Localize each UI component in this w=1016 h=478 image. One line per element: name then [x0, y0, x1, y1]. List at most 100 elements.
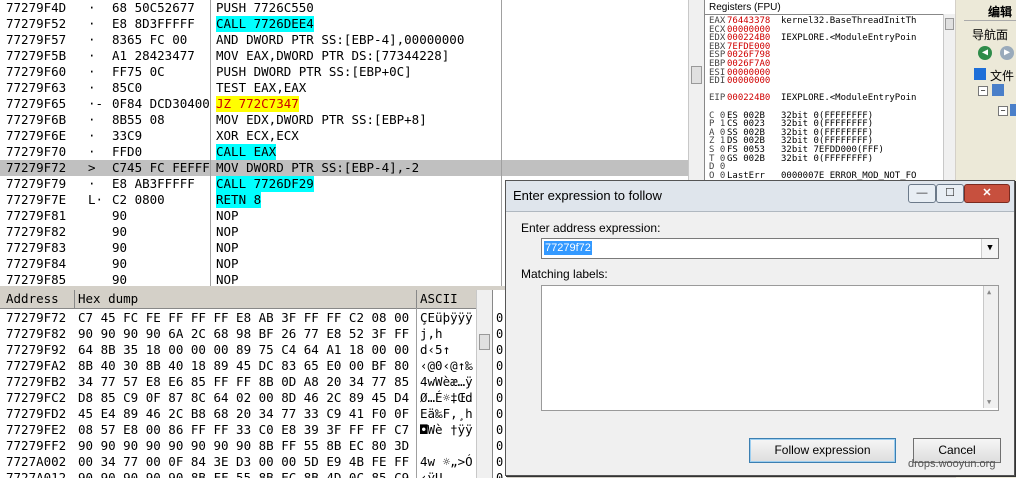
- disasm-marker: ·: [88, 48, 96, 63]
- menu-edit[interactable]: 编辑: [988, 3, 1012, 20]
- disasm-hex: 33C9: [112, 128, 143, 143]
- stack-cell: 0: [496, 343, 504, 357]
- disasm-hex: E8 AB3FFFFF: [112, 176, 195, 191]
- tree-expander-icon[interactable]: −: [978, 86, 988, 96]
- disasm-hex: 8B55 08: [112, 112, 165, 127]
- hex-address: 77279FE2: [6, 422, 67, 437]
- register-comment: IEXPLORE.<ModuleEntryPoin: [781, 33, 917, 44]
- disasm-instruction: CALL EAX: [216, 144, 277, 160]
- disasm-hex: FFD0: [112, 144, 143, 159]
- disasm-row[interactable]: 77279F57 · 8365 FC 00 AND DWORD PTR SS:[EBP…: [0, 32, 690, 48]
- address-expression-combobox[interactable]: 77279f72 ▼: [541, 238, 999, 259]
- disasm-instruction: JZ 772C7347: [216, 96, 299, 112]
- disasm-row[interactable]: 77279F6B · 8B55 08 MOV EDX,DWORD PTR SS:[EB…: [0, 112, 690, 128]
- hex-ascii: ‹@0‹@↑‰: [420, 358, 473, 373]
- header-ascii[interactable]: ASCII: [420, 292, 458, 306]
- stack-cell: 0: [496, 311, 504, 325]
- scrollbar-thumb[interactable]: [479, 334, 490, 350]
- header-divider: [74, 290, 75, 308]
- disasm-instruction: NOP: [216, 224, 239, 239]
- disasm-marker: ·: [88, 176, 96, 191]
- header-hex-dump[interactable]: Hex dump: [78, 292, 138, 306]
- hex-scrollbar[interactable]: [476, 290, 492, 478]
- hex-address: 77279F82: [6, 326, 67, 341]
- hex-address: 7727A002: [6, 454, 67, 469]
- hex-ascii: ◘Wè †ÿÿ: [420, 422, 473, 437]
- disasm-row[interactable]: 77279F60 · FF75 0C PUSH DWORD PTR SS:[EBP+0…: [0, 64, 690, 80]
- disasm-row[interactable]: 77279F72 > C745 FC FEFFFFFF MOV DWORD PTR S…: [0, 160, 690, 176]
- address-expression-value[interactable]: 77279f72: [544, 241, 592, 255]
- disasm-hex: 90: [112, 240, 128, 255]
- stack-cell: 0: [496, 455, 504, 469]
- hex-ascii: ÇEüþÿÿÿ: [420, 310, 473, 325]
- disasm-address: 77279F84: [6, 256, 67, 271]
- hex-ascii: d‹5↑: [420, 342, 451, 357]
- address-expression-label: Enter address expression:: [521, 221, 661, 235]
- hex-ascii: 4wWèæ…ÿ: [420, 374, 473, 389]
- stack-cell: 0: [496, 359, 504, 373]
- dialog-titlebar[interactable]: Enter expression to follow — ☐ ✕: [506, 181, 1014, 212]
- disasm-hex: 85C0: [112, 80, 143, 95]
- disasm-instruction: PUSH 7726C550: [216, 0, 314, 15]
- disasm-instruction: NOP: [216, 256, 239, 271]
- disasm-hex: 0F84 DCD30400: [112, 96, 210, 111]
- hex-address: 77279F92: [6, 342, 67, 357]
- disasm-row[interactable]: 77279F6E · 33C9 XOR ECX,ECX: [0, 128, 690, 144]
- header-address[interactable]: Address: [6, 292, 59, 306]
- follow-expression-dialog[interactable]: Enter expression to follow — ☐ ✕ Enter a…: [505, 180, 1015, 476]
- disasm-row[interactable]: 77279F65 ·- 0F84 DCD30400 JZ 772C7347: [0, 96, 690, 112]
- scrollbar-thumb[interactable]: [945, 18, 954, 30]
- registers-pane[interactable]: Registers (FPU) EAX 76443378 kernel32.Base…: [705, 0, 955, 182]
- hex-ascii: 4w ☼„>Ó: [420, 454, 473, 469]
- disasm-row[interactable]: 77279F70 · FFD0 CALL EAX: [0, 144, 690, 160]
- nav-pane-label: 导航面: [972, 28, 1009, 42]
- disasm-hex: FF75 0C: [112, 64, 165, 79]
- maximize-button[interactable]: ☐: [936, 184, 964, 203]
- disasm-row[interactable]: 77279F63 · 85C0 TEST EAX,EAX: [0, 80, 690, 96]
- disasm-instruction: RETN 8: [216, 192, 262, 208]
- disasm-instruction: NOP: [216, 272, 239, 286]
- disasm-address: 77279F63: [6, 80, 67, 95]
- hex-dump-header: Address Hex dump ASCII: [0, 290, 492, 309]
- disasm-row[interactable]: 77279F5B · A1 28423477 MOV EAX,DWORD PTR DS…: [0, 48, 690, 64]
- follow-expression-button[interactable]: Follow expression: [749, 438, 896, 463]
- scrollbar-thumb[interactable]: [691, 66, 702, 84]
- hex-address: 7727A012: [6, 470, 67, 478]
- tree-expander-icon[interactable]: −: [998, 106, 1008, 116]
- disasm-instruction: TEST EAX,EAX: [216, 80, 307, 95]
- chevron-down-icon[interactable]: ▼: [981, 239, 998, 258]
- stack-cell: 0: [496, 439, 504, 453]
- hex-bytes: C7 45 FC FE FF FF FF E8 AB 3F FF FF C2 0…: [78, 310, 410, 325]
- divider: [964, 20, 1016, 21]
- scroll-down-icon[interactable]: ▼: [987, 398, 991, 406]
- forward-arrow-icon[interactable]: ▶: [1000, 46, 1014, 60]
- hex-dump-pane[interactable]: Address Hex dump ASCII 77279F72 C7 45 FC …: [0, 290, 492, 478]
- tree-item-file[interactable]: 文件: [990, 67, 1014, 84]
- disasm-address: 77279F52: [6, 16, 67, 31]
- hex-bytes: 90 90 90 90 90 8B FF 55 8B EC 8B 4D 0C 8…: [78, 470, 410, 478]
- matching-labels-list[interactable]: ▲ ▼: [541, 285, 999, 411]
- stack-cell: 0: [496, 375, 504, 389]
- registers-scrollbar[interactable]: [943, 14, 955, 182]
- scroll-up-icon[interactable]: ▲: [987, 288, 991, 296]
- disasm-instruction: MOV EAX,DWORD PTR DS:[77344228]: [216, 48, 450, 63]
- hex-ascii: j,h: [420, 326, 443, 341]
- disasm-marker: ·: [88, 128, 96, 143]
- disasm-marker: ·: [88, 16, 96, 31]
- disasm-hex: C2 0800: [112, 192, 165, 207]
- document-icon: [1010, 104, 1016, 116]
- disasm-hex: A1 28423477: [112, 48, 195, 63]
- hex-ascii: Eä‰F,¸h: [420, 406, 473, 421]
- disasm-row[interactable]: 77279F4D · 68 50C52677 PUSH 7726C550: [0, 0, 690, 16]
- disasm-instruction: CALL 7726DEE4: [216, 16, 314, 32]
- disasm-instruction: MOV EDX,DWORD PTR SS:[EBP+8]: [216, 112, 427, 127]
- back-arrow-icon[interactable]: ◀: [978, 46, 992, 60]
- close-button[interactable]: ✕: [964, 184, 1010, 203]
- disasm-hex: C745 FC FEFFFFFF: [112, 160, 210, 175]
- minimize-button[interactable]: —: [908, 184, 936, 203]
- disasm-marker: ·: [88, 144, 96, 159]
- matching-labels-scrollbar[interactable]: ▲ ▼: [983, 286, 998, 408]
- disasm-hex: 90: [112, 272, 128, 286]
- disasm-row[interactable]: 77279F52 · E8 8D3FFFFF CALL 7726DEE4: [0, 16, 690, 32]
- disasm-hex: 90: [112, 208, 128, 223]
